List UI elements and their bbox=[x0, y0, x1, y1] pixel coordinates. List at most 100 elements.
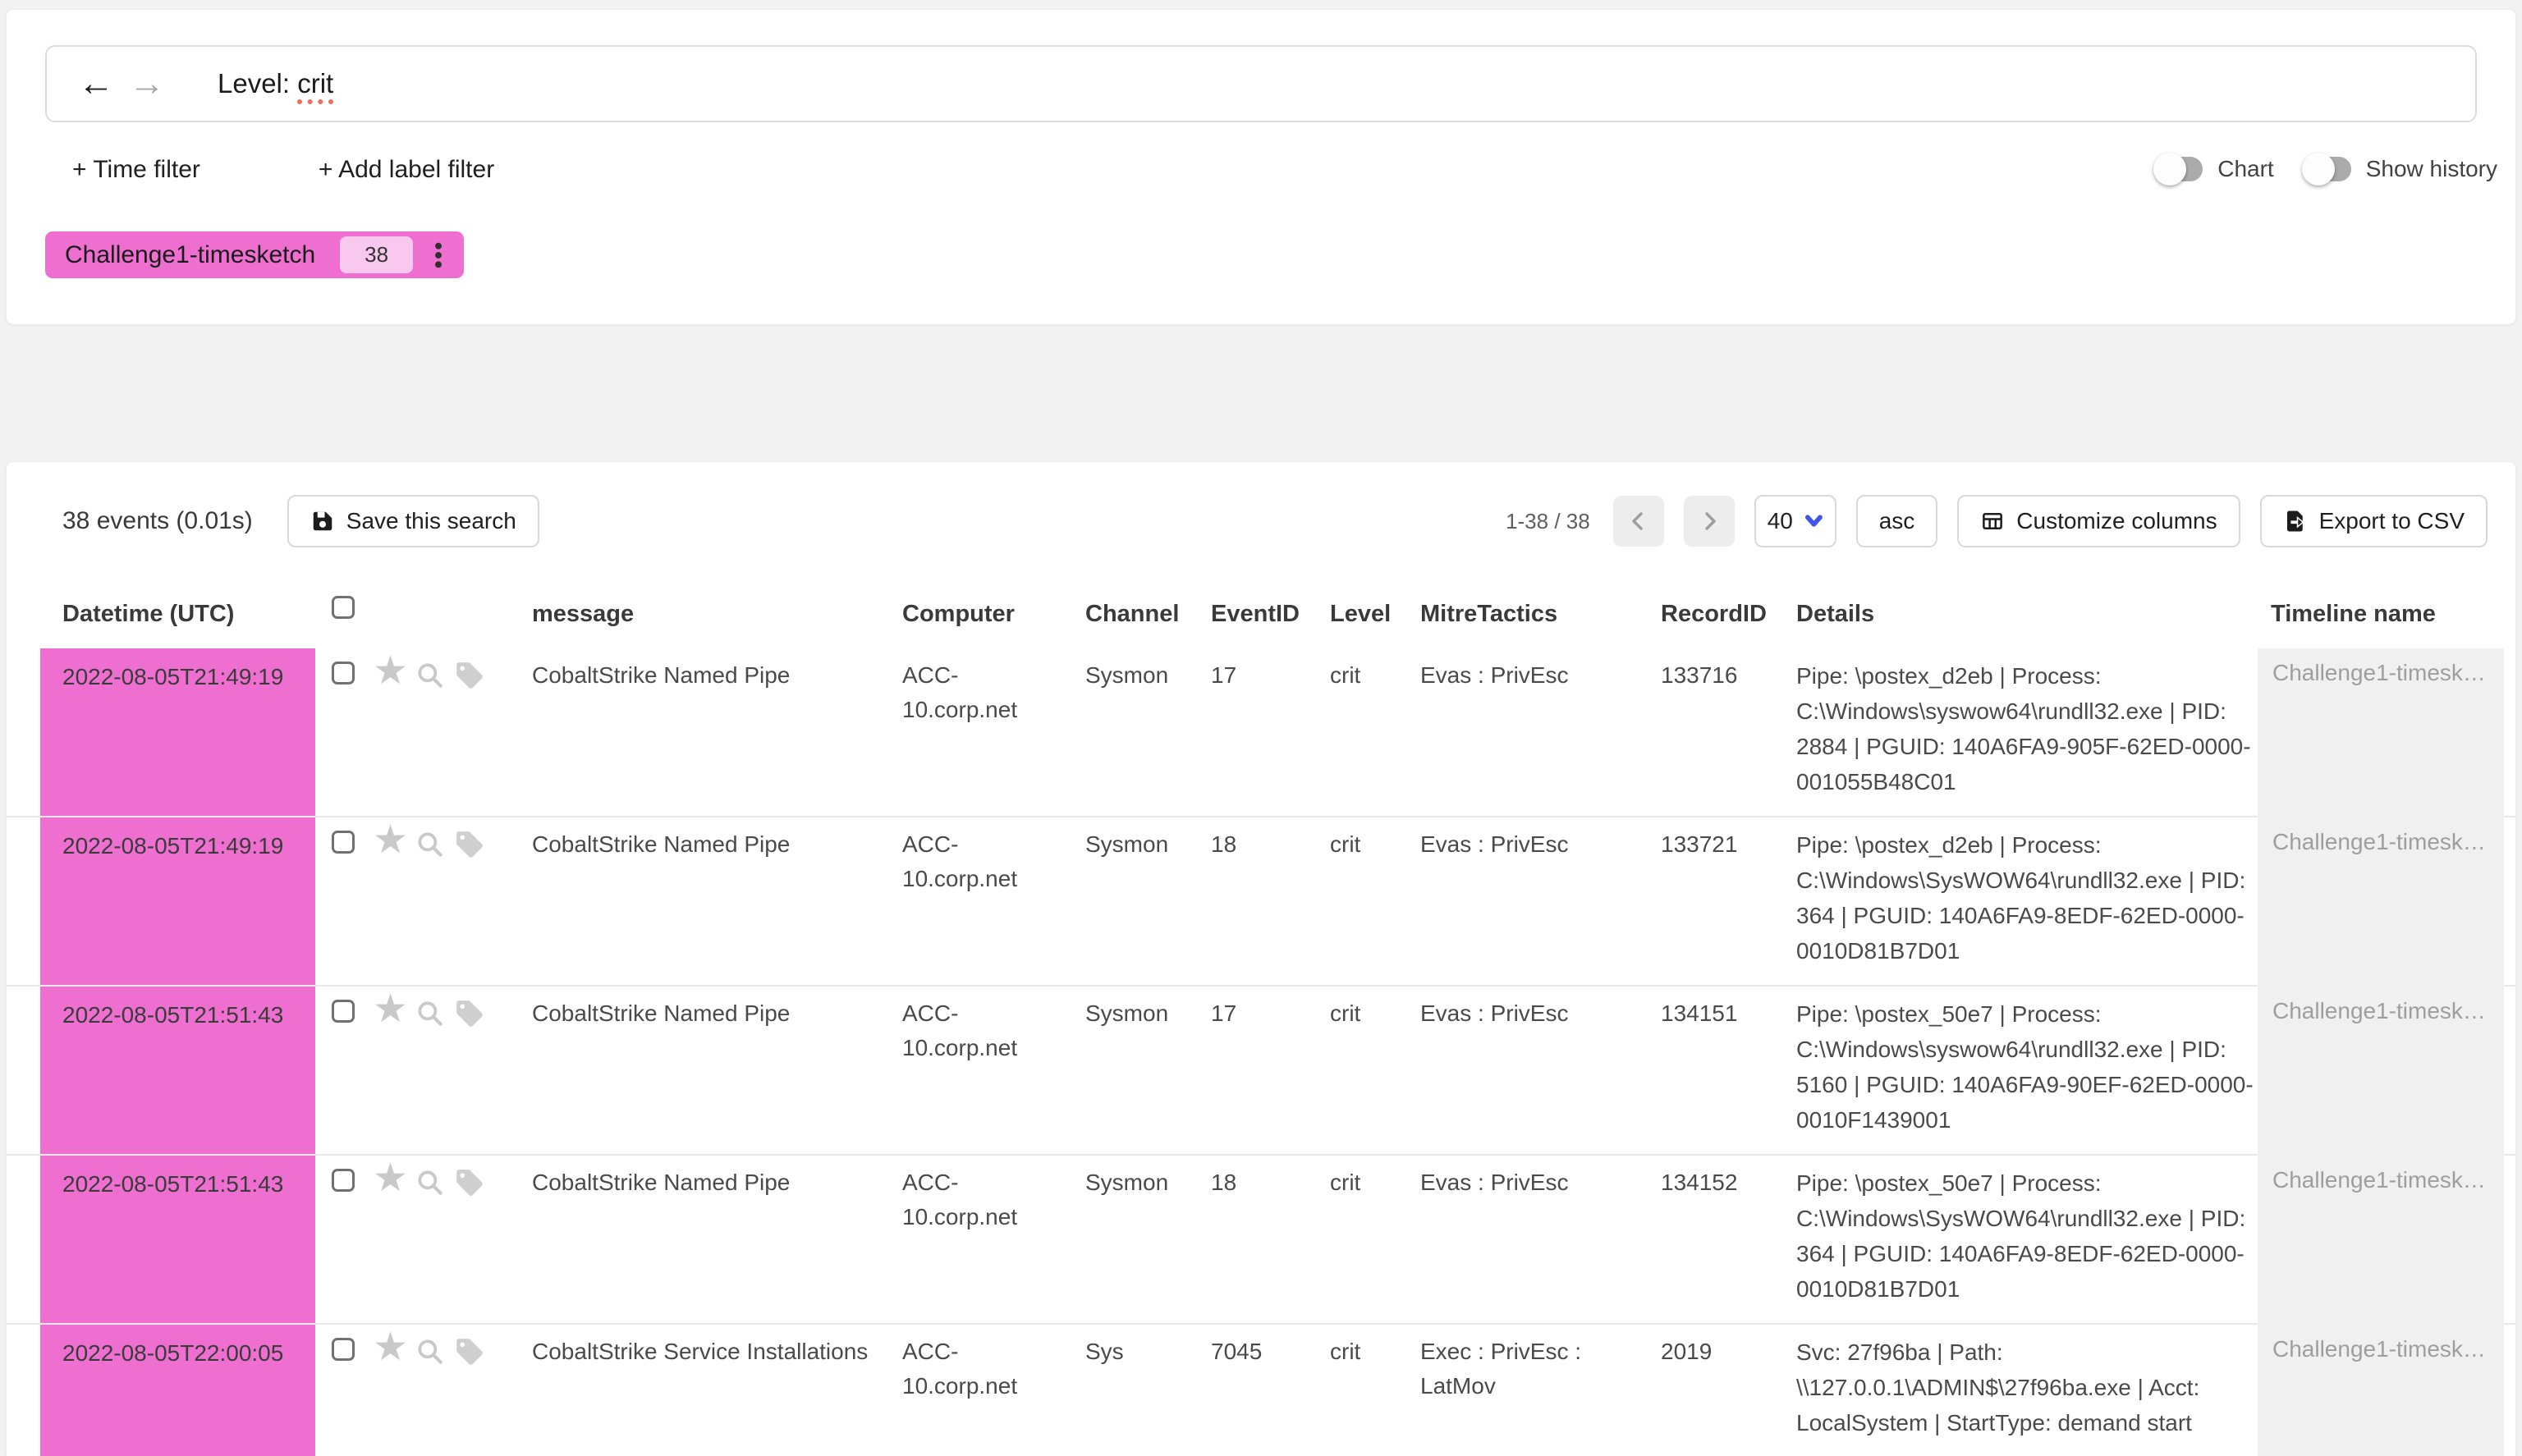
table-row: 2022-08-05T21:49:19 ★ CobaltStrike Named… bbox=[7, 817, 2515, 987]
save-search-button[interactable]: Save this search bbox=[287, 495, 539, 547]
star-icon[interactable]: ★ bbox=[373, 652, 408, 691]
header-channel: Channel bbox=[1085, 601, 1179, 628]
timeline-chip-count: 38 bbox=[340, 236, 413, 273]
page-size-select[interactable]: 40 bbox=[1754, 495, 1836, 547]
mitretactics-cell: Exec : PrivEsc : LatMov bbox=[1420, 1335, 1626, 1403]
timeline-name-value: Challenge1-timesk… bbox=[2272, 1336, 2486, 1362]
star-icon[interactable]: ★ bbox=[373, 1328, 408, 1367]
message-cell[interactable]: CobaltStrike Named Pipe bbox=[532, 658, 897, 693]
details-cell: Svc: 27f96ba | Path: \\127.0.0.1\ADMIN$\… bbox=[1796, 1335, 2258, 1440]
tag-icon[interactable] bbox=[454, 1167, 485, 1198]
chevron-down-icon bbox=[1804, 512, 1823, 530]
datetime-value: 2022-08-05T22:00:05 bbox=[62, 1340, 283, 1366]
level-cell: crit bbox=[1330, 658, 1412, 693]
star-icon[interactable]: ★ bbox=[373, 1159, 408, 1198]
star-icon[interactable]: ★ bbox=[373, 821, 408, 860]
star-icon[interactable]: ★ bbox=[373, 990, 408, 1029]
recordid-cell: 2019 bbox=[1661, 1335, 1784, 1369]
timeline-chip-name: Challenge1-timesketch bbox=[65, 241, 315, 269]
datetime-cell[interactable]: 2022-08-05T21:51:43 bbox=[40, 1156, 315, 1323]
chart-toggle-knob bbox=[2153, 153, 2186, 185]
search-context-icon[interactable] bbox=[415, 998, 446, 1029]
header-computer: Computer bbox=[902, 601, 1015, 628]
timeline-name-cell: Challenge1-timesk… bbox=[2258, 1156, 2504, 1325]
computer-cell: ACC-10.corp.net bbox=[902, 1335, 1034, 1403]
row-checkbox[interactable] bbox=[332, 831, 355, 854]
page-size-value: 40 bbox=[1768, 508, 1793, 534]
tag-icon[interactable] bbox=[454, 660, 485, 691]
prev-page-button[interactable] bbox=[1613, 496, 1664, 547]
timeline-name-cell: Challenge1-timesk… bbox=[2258, 648, 2504, 817]
eventid-cell: 18 bbox=[1211, 1165, 1318, 1200]
export-csv-label: Export to CSV bbox=[2319, 508, 2465, 534]
timeline-chip[interactable]: Challenge1-timesketch 38 bbox=[45, 231, 464, 278]
search-context-icon[interactable] bbox=[415, 1167, 446, 1198]
datetime-cell[interactable]: 2022-08-05T22:00:05 bbox=[40, 1325, 315, 1456]
header-mitretactics: MitreTactics bbox=[1420, 601, 1557, 628]
search-context-icon[interactable] bbox=[415, 829, 446, 860]
mitretactics-cell: Evas : PrivEsc bbox=[1420, 996, 1626, 1031]
recordid-cell: 134152 bbox=[1661, 1165, 1784, 1200]
search-context-icon[interactable] bbox=[415, 1336, 446, 1367]
table-row: 2022-08-05T21:51:43 ★ CobaltStrike Named… bbox=[7, 987, 2515, 1156]
next-page-button[interactable] bbox=[1684, 496, 1735, 547]
time-filter-button[interactable]: + Time filter bbox=[72, 156, 200, 184]
timeline-name-value: Challenge1-timesk… bbox=[2272, 660, 2486, 685]
timeline-name-cell: Challenge1-timesk… bbox=[2258, 1325, 2504, 1456]
chevron-left-icon bbox=[1624, 506, 1653, 536]
recordid-cell: 133721 bbox=[1661, 827, 1784, 862]
datetime-cell[interactable]: 2022-08-05T21:51:43 bbox=[40, 987, 315, 1154]
tag-icon[interactable] bbox=[454, 829, 485, 860]
computer-cell: ACC-10.corp.net bbox=[902, 827, 1034, 896]
header-datetime: Datetime (UTC) bbox=[62, 601, 234, 628]
datetime-cell[interactable]: 2022-08-05T21:49:19 bbox=[40, 817, 315, 985]
customize-columns-button[interactable]: Customize columns bbox=[1957, 495, 2240, 547]
details-cell: Pipe: \postex_d2eb | Process: C:\Windows… bbox=[1796, 658, 2258, 799]
level-cell: crit bbox=[1330, 1165, 1412, 1200]
show-history-toggle-knob bbox=[2302, 153, 2335, 185]
results-toolbar-left: 38 events (0.01s) Save this search bbox=[62, 495, 539, 547]
save-search-label: Save this search bbox=[346, 508, 516, 534]
search-context-icon[interactable] bbox=[415, 660, 446, 691]
datetime-cell[interactable]: 2022-08-05T21:49:19 bbox=[40, 648, 315, 816]
row-checkbox[interactable] bbox=[332, 662, 355, 685]
row-checkbox[interactable] bbox=[332, 1338, 355, 1361]
header-recordid: RecordID bbox=[1661, 601, 1767, 628]
message-cell[interactable]: CobaltStrike Service Installations bbox=[532, 1335, 897, 1369]
level-cell: crit bbox=[1330, 827, 1412, 862]
datetime-value: 2022-08-05T21:51:43 bbox=[62, 1171, 283, 1197]
table-header: Datetime (UTC) message Computer Channel … bbox=[7, 591, 2515, 648]
mitretactics-cell: Evas : PrivEsc bbox=[1420, 1165, 1626, 1200]
search-query-term: crit bbox=[297, 68, 333, 104]
header-details: Details bbox=[1796, 601, 1874, 628]
datetime-value: 2022-08-05T21:49:19 bbox=[62, 664, 283, 689]
search-input[interactable]: ← → Level: crit bbox=[45, 45, 2477, 122]
recordid-cell: 133716 bbox=[1661, 658, 1784, 693]
message-cell[interactable]: CobaltStrike Named Pipe bbox=[532, 996, 897, 1031]
view-toggles: Chart Show history bbox=[2157, 156, 2497, 182]
message-cell[interactable]: CobaltStrike Named Pipe bbox=[532, 827, 897, 862]
tag-icon[interactable] bbox=[454, 1336, 485, 1367]
select-all-checkbox[interactable] bbox=[332, 596, 355, 619]
message-cell[interactable]: CobaltStrike Named Pipe bbox=[532, 1165, 897, 1200]
chart-toggle[interactable] bbox=[2157, 157, 2203, 181]
tag-icon[interactable] bbox=[454, 998, 485, 1029]
level-cell: crit bbox=[1330, 996, 1412, 1031]
row-checkbox[interactable] bbox=[332, 1169, 355, 1192]
computer-cell: ACC-10.corp.net bbox=[902, 996, 1034, 1065]
eventid-cell: 17 bbox=[1211, 658, 1318, 693]
sort-order-button[interactable]: asc bbox=[1856, 495, 1938, 547]
computer-cell: ACC-10.corp.net bbox=[902, 658, 1034, 727]
search-history-forward-icon[interactable]: → bbox=[129, 66, 165, 102]
show-history-toggle[interactable] bbox=[2305, 157, 2351, 181]
show-history-toggle-label: Show history bbox=[2366, 156, 2497, 182]
datetime-value: 2022-08-05T21:51:43 bbox=[62, 1002, 283, 1028]
export-csv-button[interactable]: Export to CSV bbox=[2260, 495, 2488, 547]
details-cell: Pipe: \postex_50e7 | Process: C:\Windows… bbox=[1796, 996, 2258, 1138]
row-checkbox[interactable] bbox=[332, 1000, 355, 1023]
add-label-filter-button[interactable]: + Add label filter bbox=[319, 156, 494, 184]
filter-links: + Time filter + Add label filter bbox=[72, 156, 494, 184]
datetime-value: 2022-08-05T21:49:19 bbox=[62, 833, 283, 858]
timeline-chip-menu-icon[interactable] bbox=[424, 239, 452, 272]
search-history-back-icon[interactable]: ← bbox=[78, 66, 114, 102]
